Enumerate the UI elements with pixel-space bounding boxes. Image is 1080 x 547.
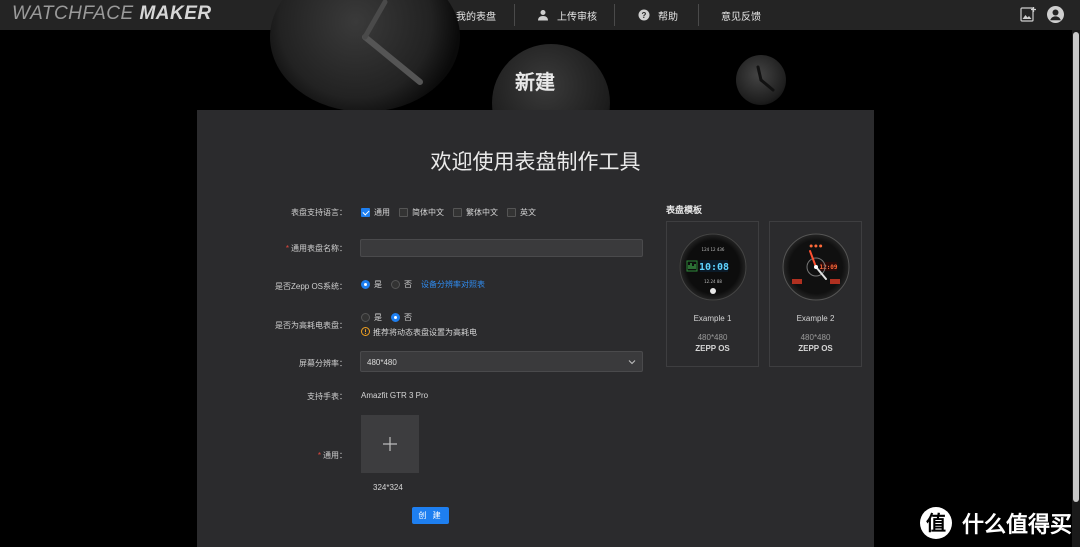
hero-watch-decoration [736, 55, 786, 105]
watermark-logo-icon: 值 [919, 507, 952, 539]
required-mark: * [317, 451, 321, 460]
required-mark: * [285, 244, 289, 253]
create-panel: 欢迎使用表盘制作工具 表盘支持语言： 通用 简体中文 繁体中文 英文 * 通用表盘… [197, 110, 874, 547]
supported-watch-label: 支持手表： [307, 392, 347, 401]
nav-item-label: 我的表盘 [456, 11, 496, 23]
watch-hands-icon [362, 0, 423, 85]
nav-item-upload-review[interactable]: 上传审核 [537, 0, 597, 30]
watermark: 值 什么值得买 [919, 507, 1072, 539]
template-resolution: 480*480 [800, 333, 831, 342]
template-name: Example 2 [796, 314, 835, 323]
language-checkbox-english[interactable] [507, 208, 516, 217]
nav-item-label: 上传审核 [557, 11, 597, 23]
svg-text:124 12 436: 124 12 436 [702, 247, 725, 252]
nav-item-label: 意见反馈 [721, 11, 761, 23]
language-option-label: 英文 [520, 208, 536, 217]
template-os: ZEPP OS [798, 344, 833, 353]
resolution-label: 屏幕分辨率： [299, 359, 347, 368]
template-name: Example 1 [693, 314, 732, 323]
svg-text:12:09: 12:09 [819, 264, 837, 271]
upload-label: * 通用： [197, 450, 347, 461]
info-warning-icon [361, 327, 370, 336]
nav-divider [614, 4, 615, 26]
language-option-label: 繁体中文 [466, 208, 498, 217]
digital-watchface-icon: 10:08 124 12 436 12.24 88 [679, 233, 747, 301]
language-option-label: 简体中文 [412, 208, 444, 217]
plus-icon [383, 437, 397, 451]
radio-option-label: 是 [374, 280, 382, 289]
panel-title: 欢迎使用表盘制作工具 [430, 151, 641, 174]
template-card-1[interactable]: 10:08 124 12 436 12.24 88 Example 1 480*… [666, 221, 759, 367]
main-nav: 新建 我的表盘 上传审核 ? 帮助 意见反馈 [0, 0, 1080, 30]
page-scrollbar[interactable] [1072, 30, 1080, 547]
face-name-label-text: 通用表盘名称： [291, 244, 347, 253]
svg-text:12.24 88: 12.24 88 [704, 279, 722, 284]
zepp-os-radio-no[interactable] [391, 280, 400, 289]
radio-option-label: 是 [374, 313, 382, 322]
language-label: 表盘支持语言： [291, 208, 347, 217]
create-button[interactable]: 创 建 [412, 507, 449, 524]
help-circle-icon: ? [638, 9, 650, 21]
resolution-table-link[interactable]: 设备分辨率对照表 [421, 279, 485, 290]
user-avatar-icon[interactable] [1047, 6, 1064, 23]
template-resolution: 480*480 [697, 333, 728, 342]
language-checkbox-general[interactable] [361, 208, 370, 217]
templates-heading: 表盘模板 [666, 205, 703, 215]
high-power-radio-no[interactable] [391, 313, 400, 322]
nav-divider [514, 4, 515, 26]
upload-size-hint: 324*324 [373, 483, 403, 492]
user-upload-icon [538, 10, 548, 21]
svg-text:值: 值 [926, 511, 946, 535]
svg-text:?: ? [642, 11, 647, 20]
resolution-select[interactable]: 480*480 [360, 351, 643, 372]
face-name-input[interactable] [360, 239, 643, 257]
face-name-label: * 通用表盘名称： [197, 243, 347, 254]
template-preview-image: 10:08 124 12 436 12.24 88 [679, 233, 747, 301]
nav-divider [698, 4, 699, 26]
resolution-select-value: 480*480 [367, 358, 397, 367]
svg-text:10:08: 10:08 [699, 262, 729, 273]
radio-option-label: 否 [404, 280, 412, 289]
high-power-hint: 推荐将动态表盘设置为高耗电 [373, 328, 477, 337]
upload-label-text: 通用： [323, 451, 347, 460]
watch-hands-icon [756, 65, 775, 92]
high-power-radio-yes[interactable] [361, 313, 370, 322]
zepp-os-label: 是否Zepp OS系统： [274, 282, 347, 291]
hero-watch-decoration [270, 0, 460, 112]
watermark-text: 什么值得买 [961, 512, 1072, 537]
top-navigation-bar: WATCHFACE MAKER 新建 我的表盘 上传审核 ? 帮助 意见反馈 [0, 0, 1080, 30]
supported-watch-value: Amazfit GTR 3 Pro [361, 391, 429, 400]
high-power-label: 是否为高耗电表盘： [275, 321, 347, 330]
scrollbar-thumb[interactable] [1073, 32, 1079, 502]
template-preview-image: 12:09 ● ● ● [782, 233, 850, 301]
nav-item-feedback[interactable]: 意见反馈 [721, 0, 761, 30]
svg-text:● ● ●: ● ● ● [809, 243, 823, 248]
upload-preview-box[interactable] [361, 415, 419, 473]
zepp-os-radio-yes[interactable] [361, 280, 370, 289]
template-os: ZEPP OS [695, 344, 730, 353]
nav-item-label: 帮助 [658, 11, 678, 23]
image-add-icon[interactable] [1020, 6, 1037, 23]
analog-watchface-icon: 12:09 ● ● ● [782, 233, 850, 301]
language-checkbox-simplified[interactable] [399, 208, 408, 217]
language-checkbox-traditional[interactable] [453, 208, 462, 217]
radio-option-label: 否 [404, 313, 412, 322]
hero-title: 新建 [515, 72, 555, 94]
nav-item-help[interactable]: ? 帮助 [638, 0, 678, 30]
chevron-down-icon [628, 360, 636, 365]
template-card-2[interactable]: 12:09 ● ● ● Example 2 480*480 ZEPP OS [769, 221, 862, 367]
language-option-label: 通用 [374, 208, 390, 217]
